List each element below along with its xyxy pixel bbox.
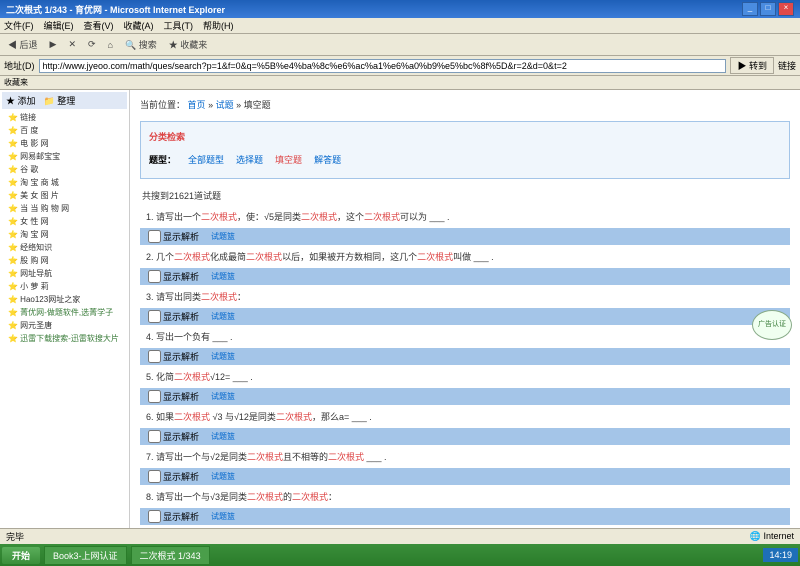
show-analysis-8[interactable]: 显示解析 [148, 510, 199, 523]
sidebar-item-17[interactable]: ⭐ 迅雷下载搜索-迅雷软搜大片 [2, 332, 127, 345]
go-button[interactable]: ▶ 转到 [730, 57, 774, 74]
sidebar-item-2[interactable]: ⭐ 电 影 网 [2, 137, 127, 150]
menubar: 文件(F) 编辑(E) 查看(V) 收藏(A) 工具(T) 帮助(H) [0, 18, 800, 34]
add-basket-2[interactable]: 试题篮 [211, 271, 235, 282]
sidebar-item-11[interactable]: ⭐ 股 购 网 [2, 254, 127, 267]
favorites-button[interactable]: ★ 收藏来 [165, 37, 212, 52]
show-analysis-3[interactable]: 显示解析 [148, 310, 199, 323]
add-basket-1[interactable]: 试题篮 [211, 231, 235, 242]
floating-badge[interactable]: 广告认证 [752, 310, 792, 340]
minimize-button[interactable]: _ [742, 2, 758, 16]
sidebar-item-8[interactable]: ⭐ 女 性 网 [2, 215, 127, 228]
sidebar-item-7[interactable]: ⭐ 当 当 购 物 网 [2, 202, 127, 215]
add-basket-4[interactable]: 试题篮 [211, 351, 235, 362]
forward-button[interactable]: ▶ [46, 38, 61, 51]
show-analysis-2[interactable]: 显示解析 [148, 270, 199, 283]
menu-tools[interactable]: 工具(T) [164, 19, 194, 32]
question-text-1: 1. 请写出一个二次根式，使：√5是同类二次根式，这个二次根式可以为 ___ . [140, 206, 790, 228]
menu-view[interactable]: 查看(V) [84, 19, 114, 32]
sidebar-item-9[interactable]: ⭐ 淘 宝 网 [2, 228, 127, 241]
show-analysis-6[interactable]: 显示解析 [148, 430, 199, 443]
question-text-3: 3. 请写出同类二次根式： [140, 286, 790, 308]
filter-box: 分类检索 题型： 全部题型 选择题 填空题 解答题 [140, 121, 790, 179]
refresh-button[interactable]: ⟳ [84, 38, 100, 51]
home-button[interactable]: ⌂ [104, 39, 117, 51]
results-count: 共搜到21621道试题 [140, 185, 790, 206]
sidebar-item-15[interactable]: ⭐ 菁优网-做题软件,选菁学子 [2, 306, 127, 319]
question-text-6: 6. 如果二次根式 √3 与√12是同类二次根式，那么a= ___ . [140, 406, 790, 428]
toolbar: ◀ 后退 ▶ ✕ ⟳ ⌂ 🔍 搜索 ★ 收藏来 [0, 34, 800, 56]
sidebar-item-12[interactable]: ⭐ 网址导航 [2, 267, 127, 280]
filter-type-0[interactable]: 全部题型 [188, 155, 224, 165]
crumb-questions[interactable]: 试题 [216, 100, 234, 110]
add-basket-3[interactable]: 试题篮 [211, 311, 235, 322]
links-label[interactable]: 链接 [778, 59, 796, 72]
sidebar-item-16[interactable]: ⭐ 网元圣唐 [2, 319, 127, 332]
stop-button[interactable]: ✕ [64, 38, 80, 51]
tray-clock: 14:19 [769, 550, 792, 560]
sidebar-add-button[interactable]: ★ 添加 [6, 94, 36, 107]
sidebar-item-10[interactable]: ⭐ 经络知识 [2, 241, 127, 254]
filter-title: 分类检索 [149, 130, 781, 143]
question-text-8: 8. 请写出一个与√3是同类二次根式的二次根式： [140, 486, 790, 508]
status-zone: 🌐 Internet [750, 531, 794, 542]
crumb-current: 填空题 [244, 100, 271, 110]
menu-edit[interactable]: 编辑(E) [44, 19, 74, 32]
show-analysis-1[interactable]: 显示解析 [148, 230, 199, 243]
add-basket-8[interactable]: 试题篮 [211, 511, 235, 522]
back-button[interactable]: ◀ 后退 [4, 37, 42, 52]
sidebar-manage-button[interactable]: 📁 整理 [44, 94, 76, 107]
sidebar-item-6[interactable]: ⭐ 美 女 图 片 [2, 189, 127, 202]
address-input[interactable] [39, 59, 727, 73]
sidebar-item-4[interactable]: ⭐ 谷 歌 [2, 163, 127, 176]
add-basket-6[interactable]: 试题篮 [211, 431, 235, 442]
maximize-button[interactable]: □ [760, 2, 776, 16]
filter-type-3[interactable]: 解答题 [314, 155, 341, 165]
show-analysis-4[interactable]: 显示解析 [148, 350, 199, 363]
address-label: 地址(D) [4, 59, 35, 72]
sidebar-item-14[interactable]: ⭐ Hao123网址之家 [2, 293, 127, 306]
search-button[interactable]: 🔍 搜索 [121, 37, 161, 52]
question-text-4: 4. 写出一个负有 ___ . [140, 326, 790, 348]
sidebar-item-0[interactable]: ⭐ 链接 [2, 111, 127, 124]
close-button[interactable]: × [778, 2, 794, 16]
add-basket-5[interactable]: 试题篮 [211, 391, 235, 402]
question-text-5: 5. 化简二次根式√12= ___ . [140, 366, 790, 388]
menu-help[interactable]: 帮助(H) [203, 19, 234, 32]
favorites-sidebar: ★ 添加 📁 整理 ⭐ 链接⭐ 百 度⭐ 电 影 网⭐ 网易邮宝宝⭐ 谷 歌⭐ … [0, 90, 130, 538]
system-tray[interactable]: 14:19 [763, 548, 798, 562]
window-title: 二次根式 1/343 - 育优网 - Microsoft Internet Ex… [6, 3, 225, 16]
start-button[interactable]: 开始 [2, 547, 40, 564]
filter-type-2[interactable]: 填空题 [275, 155, 302, 165]
taskbar-item-1[interactable]: Book3-上网认证 [44, 546, 127, 565]
show-analysis-7[interactable]: 显示解析 [148, 470, 199, 483]
question-text-2: 2. 几个二次根式化成最简二次根式以后，如果被开方数相同，这几个二次根式叫做 _… [140, 246, 790, 268]
sidebar-item-3[interactable]: ⭐ 网易邮宝宝 [2, 150, 127, 163]
sidebar-item-1[interactable]: ⭐ 百 度 [2, 124, 127, 137]
breadcrumb: 当前位置： 首页 » 试题 » 填空题 [140, 94, 790, 115]
menu-file[interactable]: 文件(F) [4, 19, 34, 32]
sidebar-item-13[interactable]: ⭐ 小 萝 莉 [2, 280, 127, 293]
taskbar-item-2[interactable]: 二次根式 1/343 [131, 546, 210, 565]
menu-favorites[interactable]: 收藏(A) [124, 19, 154, 32]
add-basket-7[interactable]: 试题篮 [211, 471, 235, 482]
show-analysis-5[interactable]: 显示解析 [148, 390, 199, 403]
sidebar-item-5[interactable]: ⭐ 淘 宝 商 城 [2, 176, 127, 189]
filter-label: 题型： [149, 153, 176, 166]
crumb-home[interactable]: 首页 [188, 100, 206, 110]
status-text: 完毕 [6, 530, 24, 543]
filter-type-1[interactable]: 选择题 [236, 155, 263, 165]
question-text-7: 7. 请写出一个与√2是同类二次根式且不相等的二次根式 ___ . [140, 446, 790, 468]
favorites-bar-title: 收藏来 [0, 76, 800, 90]
